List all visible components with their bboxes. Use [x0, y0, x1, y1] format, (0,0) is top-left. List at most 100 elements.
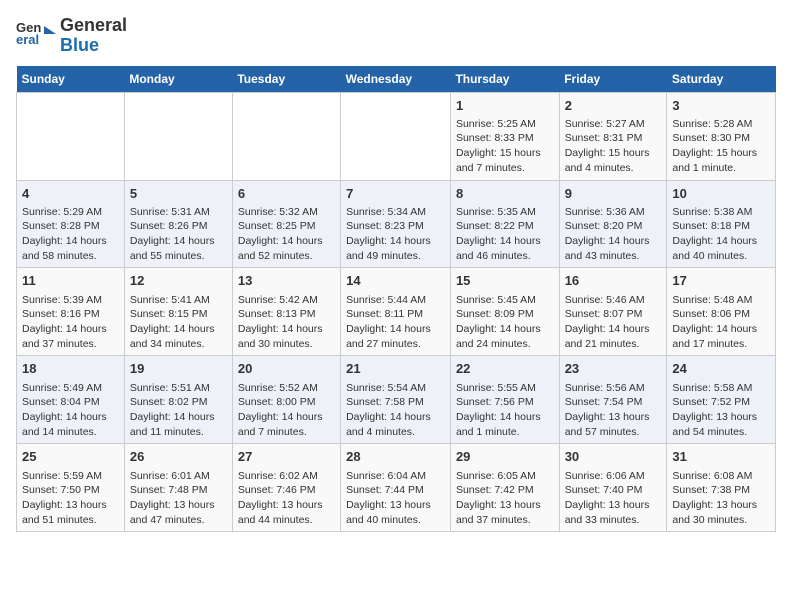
day-number: 17 — [672, 272, 770, 290]
day-number: 16 — [565, 272, 662, 290]
day-number: 2 — [565, 97, 662, 115]
calendar-cell: 19 Sunrise: 5:51 AM Sunset: 8:02 PM Dayli… — [124, 356, 232, 444]
day-header-sunday: Sunday — [17, 66, 125, 93]
calendar-cell: 6 Sunrise: 5:32 AM Sunset: 8:25 PM Daylig… — [232, 180, 340, 268]
calendar-table: SundayMondayTuesdayWednesdayThursdayFrid… — [16, 66, 776, 533]
day-number: 20 — [238, 360, 335, 378]
cell-content: Sunrise: 5:58 AM Sunset: 7:52 PM Dayligh… — [672, 381, 770, 440]
logo-general-text: General — [60, 15, 127, 35]
calendar-cell: 23 Sunrise: 5:56 AM Sunset: 7:54 PM Dayli… — [559, 356, 667, 444]
cell-content: Sunrise: 5:39 AM Sunset: 8:16 PM Dayligh… — [22, 293, 119, 352]
day-header-tuesday: Tuesday — [232, 66, 340, 93]
calendar-cell: 15 Sunrise: 5:45 AM Sunset: 8:09 PM Dayli… — [450, 268, 559, 356]
calendar-cell: 11Sunrise: 5:39 AM Sunset: 8:16 PM Dayli… — [17, 268, 125, 356]
calendar-cell: 1 Sunrise: 5:25 AM Sunset: 8:33 PM Daylig… — [450, 92, 559, 180]
cell-content: Sunrise: 5:46 AM Sunset: 8:07 PM Dayligh… — [565, 293, 662, 352]
calendar-cell: 25 Sunrise: 5:59 AM Sunset: 7:50 PM Dayli… — [17, 444, 125, 532]
cell-content: Sunrise: 5:29 AM Sunset: 8:28 PM Dayligh… — [22, 205, 119, 264]
svg-text:eral: eral — [16, 32, 39, 47]
day-number: 23 — [565, 360, 662, 378]
cell-content: Sunrise: 5:35 AM Sunset: 8:22 PM Dayligh… — [456, 205, 554, 264]
calendar-cell: 18 Sunrise: 5:49 AM Sunset: 8:04 PM Dayli… — [17, 356, 125, 444]
cell-content: Sunrise: 5:51 AM Sunset: 8:02 PM Dayligh… — [130, 381, 227, 440]
calendar-cell: 21 Sunrise: 5:54 AM Sunset: 7:58 PM Dayli… — [341, 356, 451, 444]
day-number: 24 — [672, 360, 770, 378]
cell-content: Sunrise: 5:55 AM Sunset: 7:56 PM Dayligh… — [456, 381, 554, 440]
calendar-cell: 28 Sunrise: 6:04 AM Sunset: 7:44 PM Dayli… — [341, 444, 451, 532]
week-row-3: 11Sunrise: 5:39 AM Sunset: 8:16 PM Dayli… — [17, 268, 776, 356]
week-row-1: 1 Sunrise: 5:25 AM Sunset: 8:33 PM Daylig… — [17, 92, 776, 180]
calendar-cell: 2 Sunrise: 5:27 AM Sunset: 8:31 PM Daylig… — [559, 92, 667, 180]
cell-content: Sunrise: 6:06 AM Sunset: 7:40 PM Dayligh… — [565, 469, 662, 528]
day-number: 27 — [238, 448, 335, 466]
day-number: 15 — [456, 272, 554, 290]
calendar-cell: 27 Sunrise: 6:02 AM Sunset: 7:46 PM Dayli… — [232, 444, 340, 532]
cell-content: Sunrise: 5:48 AM Sunset: 8:06 PM Dayligh… — [672, 293, 770, 352]
cell-content: Sunrise: 5:36 AM Sunset: 8:20 PM Dayligh… — [565, 205, 662, 264]
calendar-cell — [17, 92, 125, 180]
cell-content: Sunrise: 6:08 AM Sunset: 7:38 PM Dayligh… — [672, 469, 770, 528]
cell-content: Sunrise: 5:59 AM Sunset: 7:50 PM Dayligh… — [22, 469, 119, 528]
day-header-thursday: Thursday — [450, 66, 559, 93]
cell-content: Sunrise: 5:54 AM Sunset: 7:58 PM Dayligh… — [346, 381, 445, 440]
header: GeneralGeneral Blue — [16, 16, 776, 56]
calendar-cell: 5 Sunrise: 5:31 AM Sunset: 8:26 PM Daylig… — [124, 180, 232, 268]
day-number: 12 — [130, 272, 227, 290]
calendar-cell: 26 Sunrise: 6:01 AM Sunset: 7:48 PM Dayli… — [124, 444, 232, 532]
calendar-cell: 8 Sunrise: 5:35 AM Sunset: 8:22 PM Daylig… — [450, 180, 559, 268]
cell-content: Sunrise: 6:05 AM Sunset: 7:42 PM Dayligh… — [456, 469, 554, 528]
logo: GeneralGeneral Blue — [16, 16, 127, 56]
week-row-4: 18 Sunrise: 5:49 AM Sunset: 8:04 PM Dayli… — [17, 356, 776, 444]
day-number: 5 — [130, 185, 227, 203]
cell-content: Sunrise: 5:34 AM Sunset: 8:23 PM Dayligh… — [346, 205, 445, 264]
cell-content: Sunrise: 5:38 AM Sunset: 8:18 PM Dayligh… — [672, 205, 770, 264]
cell-content: Sunrise: 5:45 AM Sunset: 8:09 PM Dayligh… — [456, 293, 554, 352]
cell-content: Sunrise: 5:52 AM Sunset: 8:00 PM Dayligh… — [238, 381, 335, 440]
day-number: 1 — [456, 97, 554, 115]
cell-content: Sunrise: 5:28 AM Sunset: 8:30 PM Dayligh… — [672, 117, 770, 176]
calendar-cell: 4 Sunrise: 5:29 AM Sunset: 8:28 PM Daylig… — [17, 180, 125, 268]
day-number: 22 — [456, 360, 554, 378]
day-number: 25 — [22, 448, 119, 466]
day-number: 14 — [346, 272, 445, 290]
day-number: 28 — [346, 448, 445, 466]
calendar-cell — [232, 92, 340, 180]
cell-content: Sunrise: 6:01 AM Sunset: 7:48 PM Dayligh… — [130, 469, 227, 528]
cell-content: Sunrise: 5:31 AM Sunset: 8:26 PM Dayligh… — [130, 205, 227, 264]
day-header-friday: Friday — [559, 66, 667, 93]
cell-content: Sunrise: 6:02 AM Sunset: 7:46 PM Dayligh… — [238, 469, 335, 528]
day-number: 4 — [22, 185, 119, 203]
day-number: 30 — [565, 448, 662, 466]
logo-icon: General — [16, 18, 56, 54]
cell-content: Sunrise: 5:41 AM Sunset: 8:15 PM Dayligh… — [130, 293, 227, 352]
day-number: 8 — [456, 185, 554, 203]
day-number: 18 — [22, 360, 119, 378]
calendar-cell — [124, 92, 232, 180]
day-number: 10 — [672, 185, 770, 203]
calendar-cell: 3 Sunrise: 5:28 AM Sunset: 8:30 PM Daylig… — [667, 92, 776, 180]
cell-content: Sunrise: 5:32 AM Sunset: 8:25 PM Dayligh… — [238, 205, 335, 264]
calendar-cell: 24 Sunrise: 5:58 AM Sunset: 7:52 PM Dayli… — [667, 356, 776, 444]
cell-content: Sunrise: 5:56 AM Sunset: 7:54 PM Dayligh… — [565, 381, 662, 440]
calendar-cell — [341, 92, 451, 180]
day-number: 31 — [672, 448, 770, 466]
calendar-cell: 9Sunrise: 5:36 AM Sunset: 8:20 PM Daylig… — [559, 180, 667, 268]
day-header-monday: Monday — [124, 66, 232, 93]
cell-content: Sunrise: 5:25 AM Sunset: 8:33 PM Dayligh… — [456, 117, 554, 176]
calendar-cell: 13Sunrise: 5:42 AM Sunset: 8:13 PM Dayli… — [232, 268, 340, 356]
cell-content: Sunrise: 5:44 AM Sunset: 8:11 PM Dayligh… — [346, 293, 445, 352]
calendar-cell: 10 Sunrise: 5:38 AM Sunset: 8:18 PM Dayli… — [667, 180, 776, 268]
day-number: 21 — [346, 360, 445, 378]
day-number: 3 — [672, 97, 770, 115]
day-number: 6 — [238, 185, 335, 203]
day-number: 19 — [130, 360, 227, 378]
week-row-2: 4 Sunrise: 5:29 AM Sunset: 8:28 PM Daylig… — [17, 180, 776, 268]
cell-content: Sunrise: 6:04 AM Sunset: 7:44 PM Dayligh… — [346, 469, 445, 528]
week-row-5: 25 Sunrise: 5:59 AM Sunset: 7:50 PM Dayli… — [17, 444, 776, 532]
calendar-cell: 30 Sunrise: 6:06 AM Sunset: 7:40 PM Dayli… — [559, 444, 667, 532]
cell-content: Sunrise: 5:27 AM Sunset: 8:31 PM Dayligh… — [565, 117, 662, 176]
day-header-saturday: Saturday — [667, 66, 776, 93]
day-number: 26 — [130, 448, 227, 466]
day-number: 29 — [456, 448, 554, 466]
cell-content: Sunrise: 5:49 AM Sunset: 8:04 PM Dayligh… — [22, 381, 119, 440]
